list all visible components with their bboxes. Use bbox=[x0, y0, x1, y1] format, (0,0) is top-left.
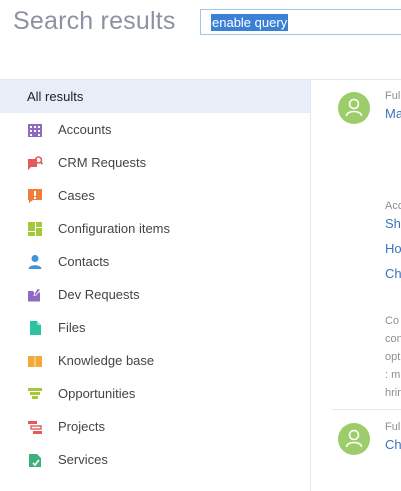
result-title-link[interactable]: Ch bbox=[385, 437, 401, 452]
search-input-value[interactable]: enable query bbox=[211, 14, 289, 31]
sidebar-item-label: Cases bbox=[58, 188, 95, 203]
results-panel: Ful Ma Acc Sh Ho Ch Co con opt : m hrin … bbox=[312, 80, 401, 491]
sidebar-item-label: CRM Requests bbox=[58, 155, 147, 170]
result-snippet-line: opt bbox=[385, 351, 401, 363]
folder-edit-icon bbox=[28, 288, 42, 301]
book-icon bbox=[28, 355, 42, 367]
page-title: Search results bbox=[13, 7, 176, 35]
request-search-icon bbox=[28, 155, 43, 170]
result-link[interactable]: Ch bbox=[385, 266, 401, 281]
result-snippet-line: con bbox=[385, 333, 401, 345]
sidebar-item-contacts[interactable]: Contacts bbox=[0, 245, 310, 278]
sidebar-item-label: Knowledge base bbox=[58, 353, 155, 368]
gantt-icon bbox=[28, 420, 42, 434]
avatar bbox=[338, 92, 370, 124]
avatar bbox=[338, 423, 370, 455]
sidebar-item-cases[interactable]: Cases bbox=[0, 179, 310, 212]
sidebar-item-label: Services bbox=[58, 452, 108, 467]
building-icon bbox=[28, 123, 42, 137]
search-input[interactable]: enable query bbox=[200, 9, 401, 35]
sidebar-item-label: Accounts bbox=[58, 122, 112, 137]
person-icon bbox=[28, 254, 42, 269]
sidebar-item-label: Configuration items bbox=[58, 221, 170, 236]
sidebar-item-opportunities[interactable]: Opportunities bbox=[0, 377, 310, 410]
sidebar-item-services[interactable]: Services bbox=[0, 443, 310, 476]
file-icon bbox=[30, 320, 41, 335]
result-link[interactable]: Sh bbox=[385, 216, 401, 231]
funnel-icon bbox=[28, 387, 42, 399]
sidebar-item-label: Dev Requests bbox=[58, 287, 140, 302]
header: Search results enable query bbox=[0, 0, 401, 78]
result-link[interactable]: Ho bbox=[385, 241, 401, 256]
sidebar-item-knowledge-base[interactable]: Knowledge base bbox=[0, 344, 310, 377]
person-icon bbox=[345, 429, 363, 448]
sidebar-item-label: Opportunities bbox=[58, 386, 136, 401]
sidebar-item-crm-requests[interactable]: CRM Requests bbox=[0, 146, 310, 179]
sidebar-item-label: All results bbox=[27, 89, 84, 104]
sidebar-item-label: Files bbox=[58, 320, 86, 335]
result-field-label: Acc bbox=[385, 200, 401, 212]
sidebar-item-configuration-items[interactable]: Configuration items bbox=[0, 212, 310, 245]
result-field-label: Ful bbox=[385, 421, 401, 433]
sidebar: All results Accounts CRM Requests Cases bbox=[0, 80, 311, 491]
result-field-label: Ful bbox=[385, 90, 401, 102]
sidebar-item-projects[interactable]: Projects bbox=[0, 410, 310, 443]
sidebar-item-accounts[interactable]: Accounts bbox=[0, 113, 310, 146]
sidebar-item-label: Projects bbox=[58, 419, 105, 434]
sidebar-item-files[interactable]: Files bbox=[0, 311, 310, 344]
sidebar-item-dev-requests[interactable]: Dev Requests bbox=[0, 278, 310, 311]
sidebar-item-all-results[interactable]: All results bbox=[0, 80, 310, 113]
exclamation-bubble-icon bbox=[28, 188, 42, 203]
config-blocks-icon bbox=[28, 221, 42, 236]
result-snippet-line: hrin bbox=[385, 387, 401, 399]
sidebar-item-label: Contacts bbox=[58, 254, 110, 269]
service-icon bbox=[29, 453, 41, 467]
result-title-link[interactable]: Ma bbox=[385, 106, 401, 121]
result-snippet-line: Co bbox=[385, 315, 400, 327]
person-icon bbox=[345, 98, 363, 117]
result-snippet-line: : m bbox=[385, 369, 401, 381]
result-divider bbox=[332, 409, 401, 410]
